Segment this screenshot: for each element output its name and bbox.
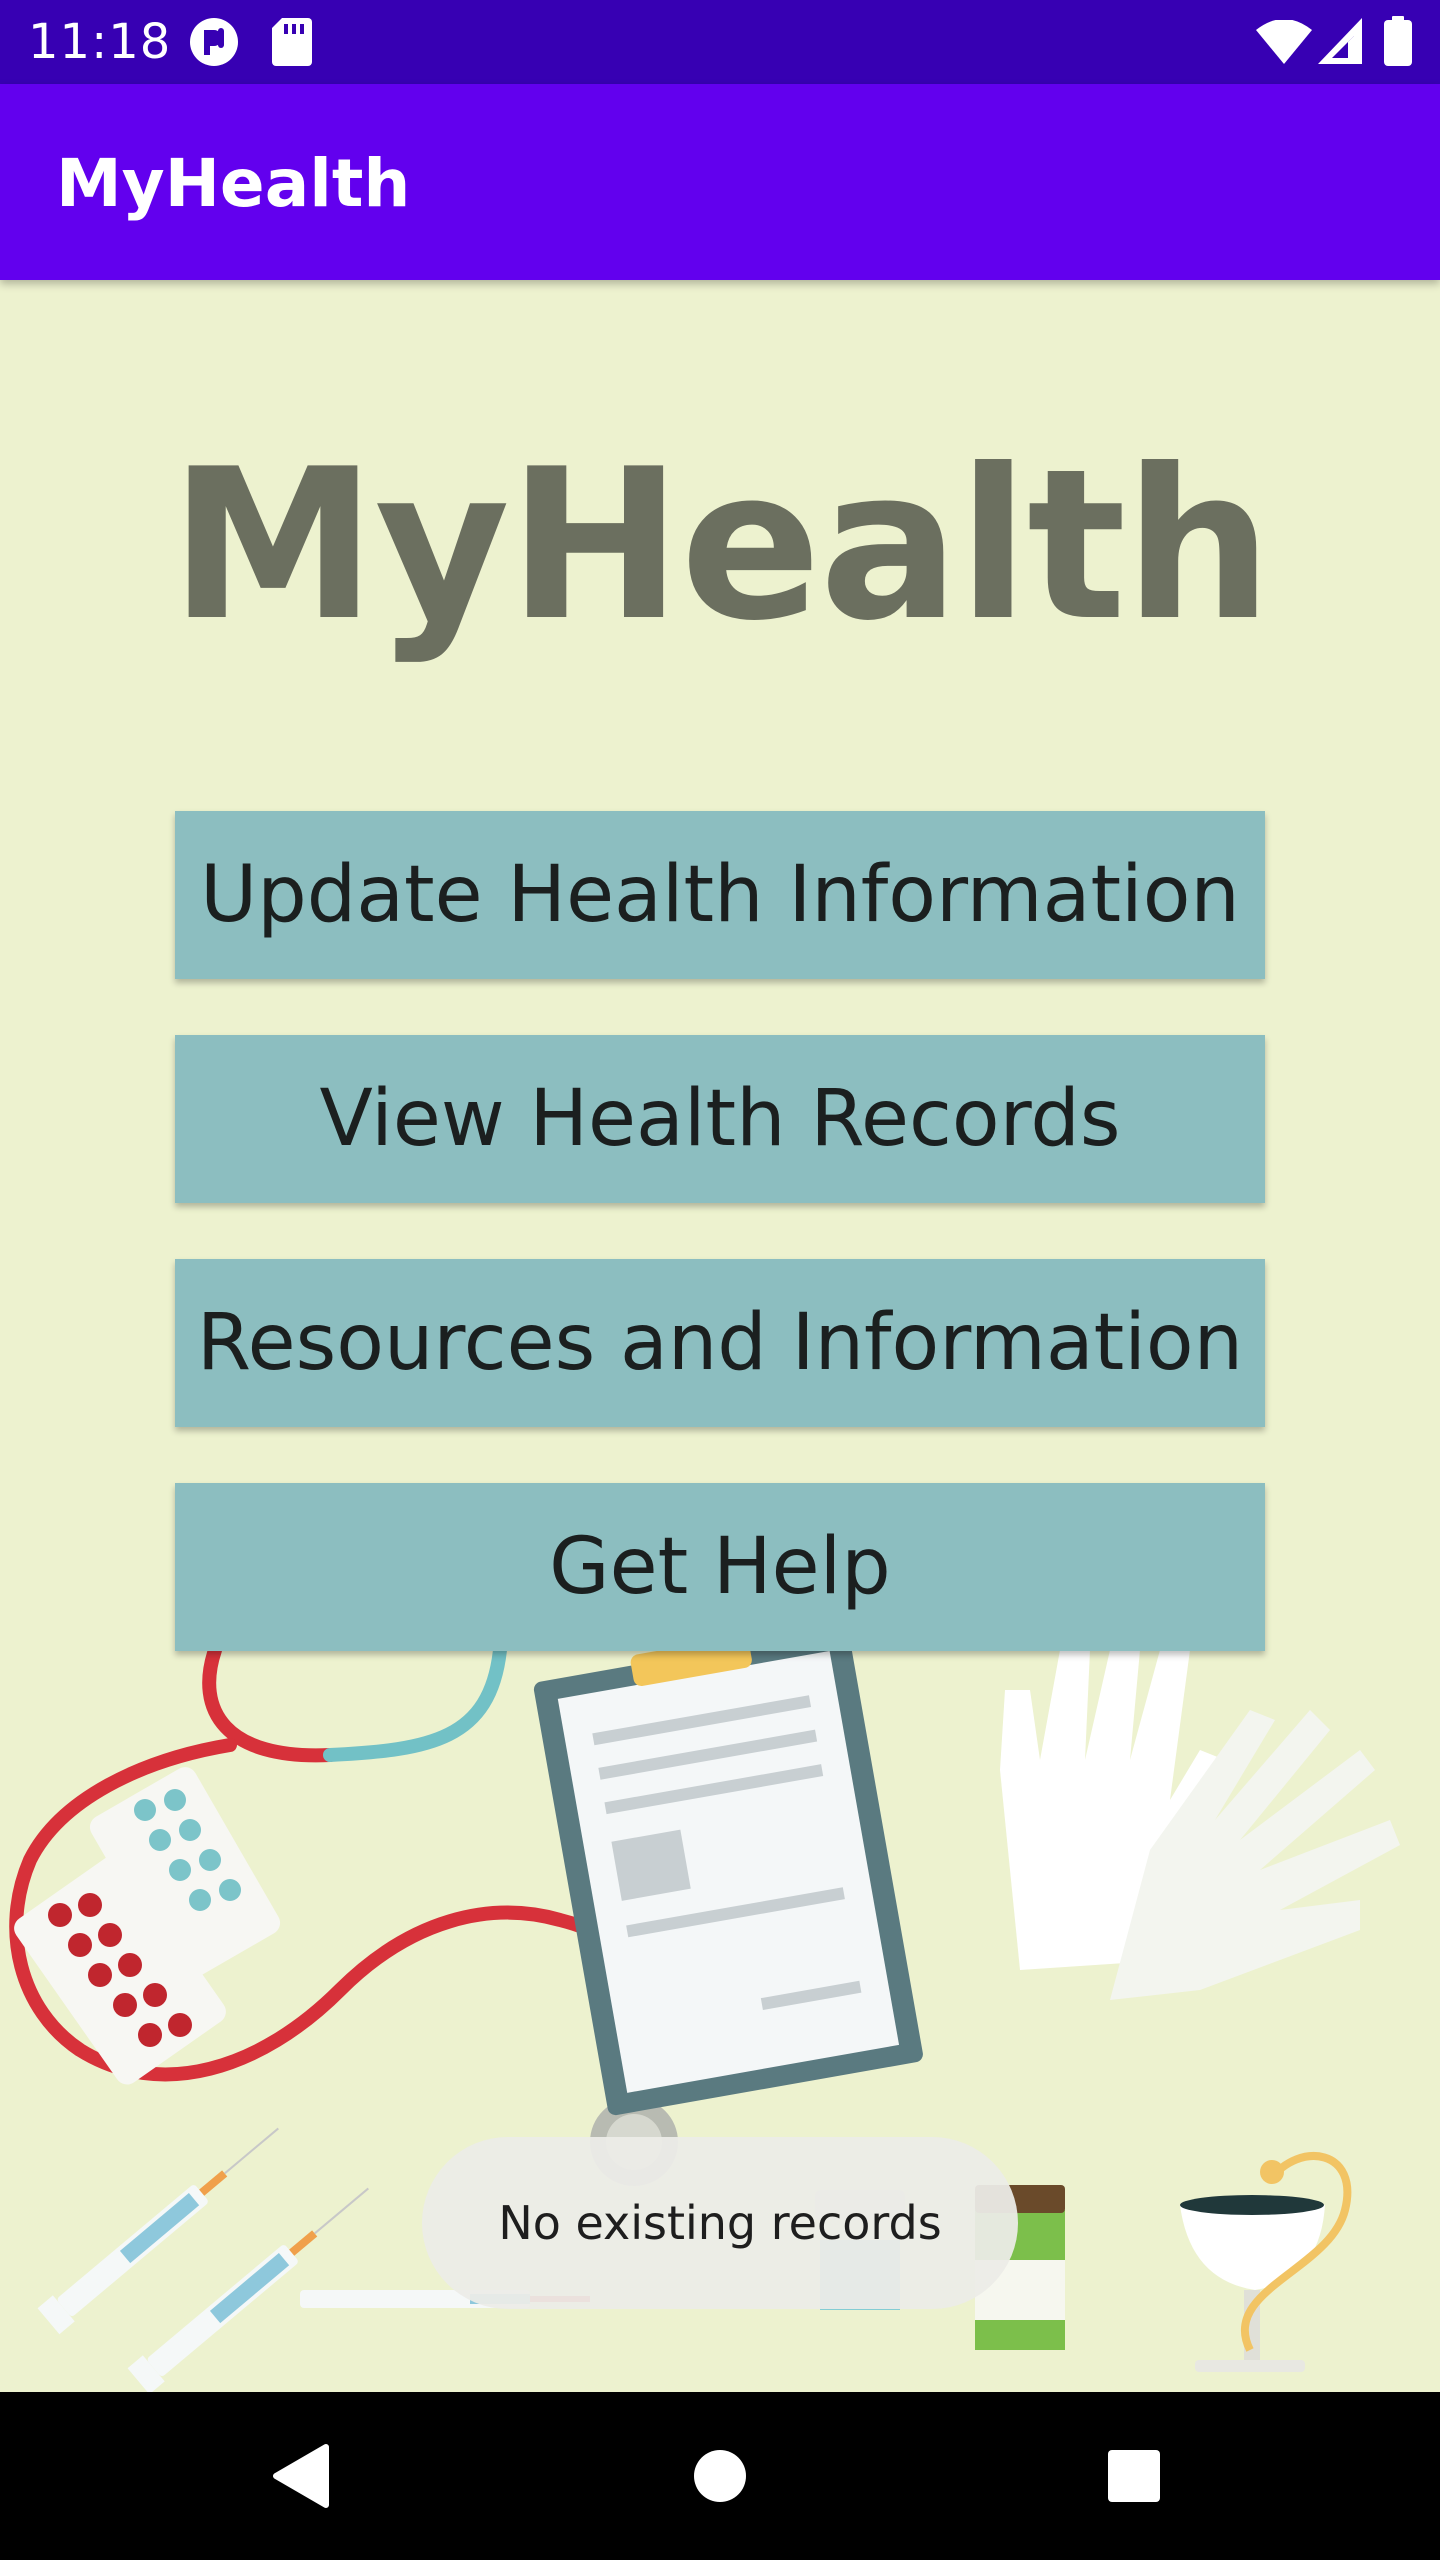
- back-icon: [273, 2444, 329, 2508]
- gloves-icon: [1000, 1650, 1400, 2000]
- hygieia-bowl-icon: [1180, 2152, 1352, 2372]
- view-health-records-button[interactable]: View Health Records: [175, 1035, 1265, 1203]
- main-content: MyHealth Update Health Information View …: [0, 280, 1440, 2392]
- app-bar-title: MyHealth: [56, 145, 411, 222]
- page-title: MyHealth: [169, 425, 1273, 667]
- app-notification-icon: [188, 16, 240, 72]
- get-help-button[interactable]: Get Help: [175, 1483, 1265, 1651]
- cell-signal-icon: [1318, 18, 1362, 68]
- status-time: 11:18: [28, 14, 172, 70]
- status-bar: 11:18: [0, 0, 1440, 84]
- home-button[interactable]: [640, 2392, 800, 2560]
- app-bar: MyHealth: [0, 84, 1440, 280]
- pill-pack-icon: [14, 1767, 281, 2085]
- recents-icon: [1108, 2450, 1160, 2502]
- sd-card-icon: [272, 18, 312, 70]
- update-health-information-button[interactable]: Update Health Information: [175, 811, 1265, 979]
- clipboard-icon: [533, 1650, 923, 2116]
- recents-button[interactable]: [1054, 2392, 1214, 2560]
- home-icon: [694, 2450, 746, 2502]
- toast-message: No existing records: [422, 2137, 1018, 2309]
- resources-and-information-button[interactable]: Resources and Information: [175, 1259, 1265, 1427]
- navigation-bar: [0, 2392, 1440, 2560]
- battery-icon: [1384, 16, 1412, 70]
- wifi-icon: [1256, 19, 1312, 68]
- back-button[interactable]: [220, 2392, 380, 2560]
